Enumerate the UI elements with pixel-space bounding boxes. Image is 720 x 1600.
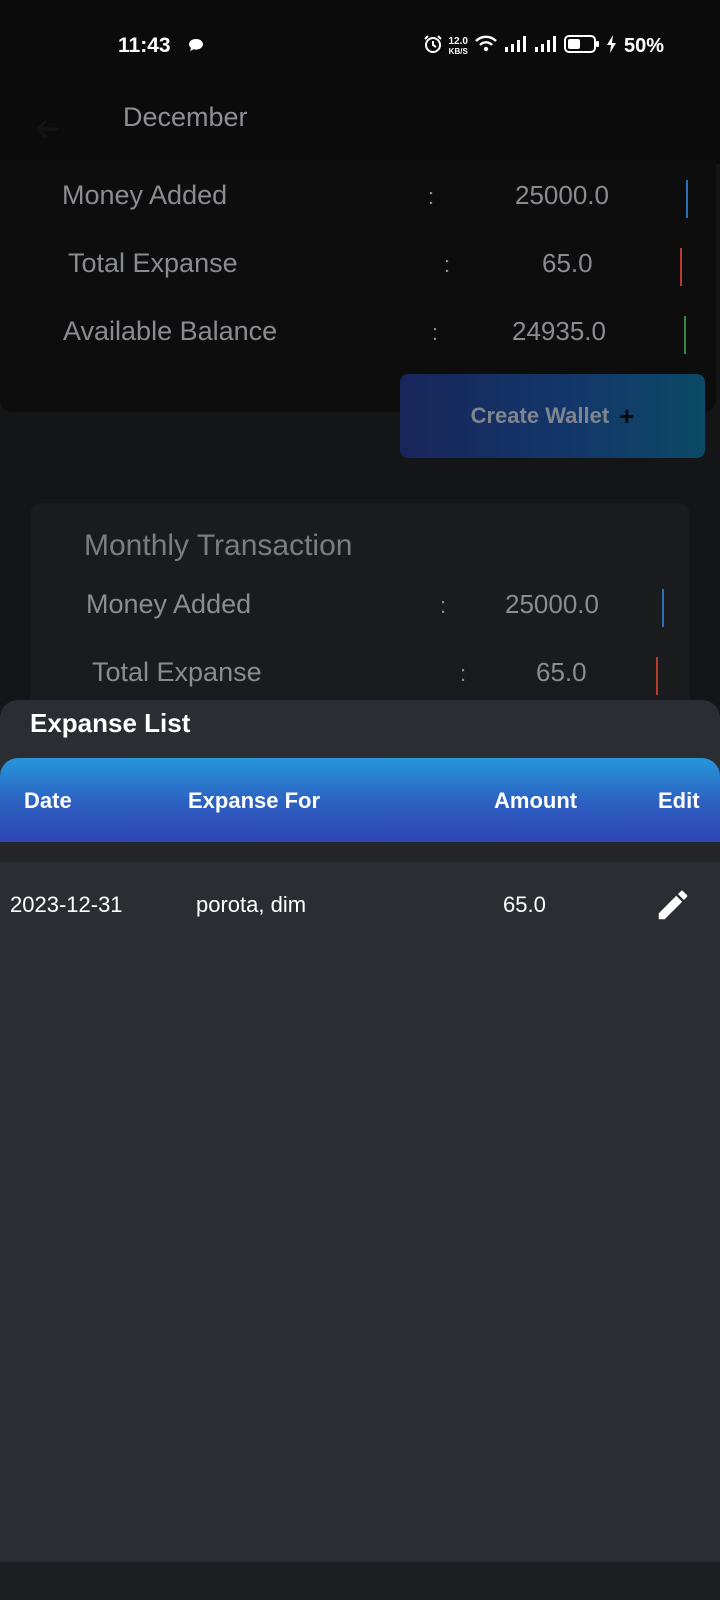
summary-indicator-bar: [680, 248, 682, 286]
column-header-expanse-for: Expanse For: [188, 788, 321, 813]
summary-value: 25000.0: [515, 180, 609, 210]
cell-date: 2023-12-31: [10, 892, 123, 917]
chat-bubble-icon: [188, 38, 204, 57]
monthly-value: 65.0: [536, 657, 587, 687]
cell-expanse-for: porota, dim: [196, 892, 307, 917]
plus-icon: +: [619, 400, 635, 431]
monthly-indicator-bar: [656, 657, 658, 695]
summary-row-total-expanse: Total Expanse : 65.0: [0, 248, 720, 288]
status-time: 11:43: [118, 34, 171, 57]
table-spacer: [0, 842, 720, 862]
summary-colon: :: [428, 184, 435, 209]
summary-colon: :: [444, 252, 451, 277]
back-arrow-icon[interactable]: [30, 112, 64, 146]
monthly-label: Total Expanse: [92, 657, 262, 687]
column-header-edit: Edit: [658, 788, 700, 813]
summary-indicator-bar: [686, 180, 688, 218]
summary-value: 65.0: [542, 248, 593, 278]
cell-amount: 65.0: [503, 892, 546, 917]
summary-value: 24935.0: [512, 316, 606, 346]
summary-label: Total Expanse: [68, 248, 238, 278]
bottom-nav-area: [0, 1562, 720, 1600]
signal-icon: [504, 35, 528, 58]
column-header-date: Date: [24, 788, 72, 813]
battery-percent: 50%: [623, 35, 664, 57]
status-bar: 11:43 12.0 KB/S 50%: [0, 0, 720, 92]
summary-row-available-balance: Available Balance : 24935.0: [0, 316, 720, 356]
table-row[interactable]: 2023-12-31 porota, dim 65.0: [0, 862, 720, 948]
page-title: December: [123, 102, 248, 132]
monthly-colon: :: [460, 661, 467, 686]
charging-icon: [606, 34, 618, 59]
summary-row-money-added: Money Added : 25000.0: [0, 180, 720, 220]
signal-icon: [534, 35, 558, 58]
column-header-amount: Amount: [494, 788, 578, 813]
alarm-icon: [423, 34, 443, 59]
monthly-row-money-added: Money Added : 25000.0: [0, 589, 720, 629]
monthly-value: 25000.0: [505, 589, 599, 619]
summary-label: Available Balance: [63, 316, 278, 346]
net-speed-unit: KB/S: [448, 46, 468, 56]
monthly-row-total-expanse: Total Expanse : 65.0: [0, 657, 720, 697]
summary-label: Money Added: [62, 180, 228, 210]
pencil-edit-icon[interactable]: [654, 886, 692, 924]
monthly-title: Monthly Transaction: [84, 529, 353, 562]
expanse-list-sheet: Expanse List Date Expanse For Amount Edi…: [0, 700, 720, 1562]
app-header: December: [0, 92, 720, 164]
table-header: Date Expanse For Amount Edit: [0, 758, 720, 842]
monthly-indicator-bar: [662, 589, 664, 627]
net-speed-value: 12.0: [448, 35, 468, 47]
monthly-label: Money Added: [86, 589, 252, 619]
create-wallet-label: Create Wallet: [470, 403, 610, 428]
summary-colon: :: [432, 320, 439, 345]
monthly-colon: :: [440, 593, 447, 618]
summary-indicator-bar: [684, 316, 686, 354]
wifi-icon: [474, 34, 498, 59]
expanse-list-title: Expanse List: [30, 708, 191, 738]
create-wallet-button[interactable]: Create Wallet +: [400, 374, 705, 458]
battery-icon: [563, 35, 600, 58]
net-speed: 12.0 KB/S: [448, 35, 468, 57]
